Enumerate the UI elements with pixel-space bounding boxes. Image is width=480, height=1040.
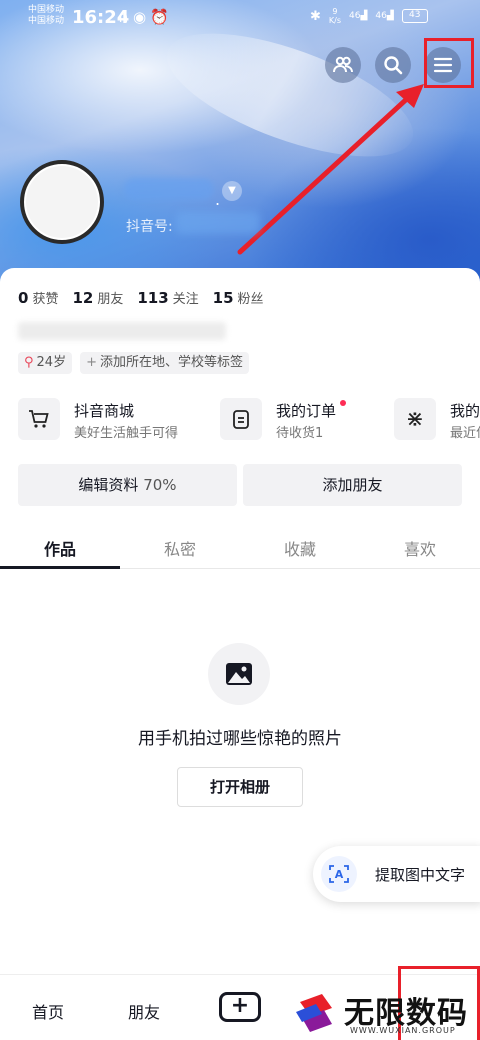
stat-friends[interactable]: 12 朋友 xyxy=(72,288,123,307)
content-tabs: 作品 私密 收藏 喜欢 xyxy=(0,524,480,569)
status-bar: 中国移动 中国移动 16:24 ∩◉⏰ ✱ 9 K/s 46▟ 46▟ 43 xyxy=(0,0,480,36)
nav-friends[interactable]: 朋友 xyxy=(128,999,160,1023)
search-icon xyxy=(384,56,403,75)
sparkle-icon: ⋇ xyxy=(394,398,436,440)
add-tags-button[interactable]: + 添加所在地、学校等标签 xyxy=(80,352,249,374)
shortcut-row: 抖音商城 美好生活触手可得 我的订单 待收货1 ⋇ 我的 最近位 xyxy=(18,398,480,444)
speed-value: 9 xyxy=(332,7,338,16)
create-plus-button[interactable]: + xyxy=(219,992,261,1022)
stat-followers[interactable]: 15 粉丝 xyxy=(213,288,264,307)
watermark-subtitle: WWW.WUXIAN.GROUP xyxy=(350,1026,456,1035)
tab-private[interactable]: 私密 xyxy=(120,536,240,560)
speed-unit: K/s xyxy=(328,16,342,25)
carrier-labels: 中国移动 中国移动 xyxy=(28,5,64,27)
svg-text:A: A xyxy=(335,868,344,881)
account-switch-chevron-icon[interactable]: ▼ xyxy=(222,181,242,201)
profile-stats: 0 获赞 12 朋友 113 关注 15 粉丝 xyxy=(18,288,264,307)
tab-favorites[interactable]: 收藏 xyxy=(240,536,360,560)
cart-icon xyxy=(18,398,60,440)
gender-icon: ⚲ xyxy=(24,355,34,370)
carrier-1: 中国移动 xyxy=(28,5,65,15)
extract-text-label: 提取图中文字 xyxy=(375,866,466,884)
bio-blurred xyxy=(18,322,226,340)
stat-likes[interactable]: 0 获赞 xyxy=(18,288,58,307)
signal-1: 46▟ xyxy=(349,11,368,21)
empty-state-message: 用手机拍过哪些惊艳的照片 xyxy=(138,729,342,749)
tab-likes[interactable]: 喜欢 xyxy=(360,536,480,560)
profile-header-background xyxy=(0,0,480,300)
shortcut-mall-subtitle: 美好生活触手可得 xyxy=(74,426,179,441)
douyin-id-label: 抖音号: xyxy=(126,219,173,235)
menu-highlight-box xyxy=(424,38,474,88)
username-blurred xyxy=(124,178,214,200)
add-friend-button[interactable]: 添加朋友 xyxy=(243,464,462,506)
active-tab-indicator xyxy=(0,566,120,569)
tab-works[interactable]: 作品 xyxy=(0,536,120,560)
orders-notification-dot xyxy=(340,400,346,406)
stat-following[interactable]: 113 关注 xyxy=(137,288,198,307)
status-left-icons: ∩◉⏰ xyxy=(118,8,173,26)
bluetooth-icon: ✱ xyxy=(310,8,321,24)
status-right-icons: ✱ 9 K/s 46▟ 46▟ 43 xyxy=(310,7,428,25)
network-speed: 9 K/s xyxy=(329,7,341,25)
avatar[interactable] xyxy=(20,160,104,244)
profile-tags: ⚲ 24岁 + 添加所在地、学校等标签 xyxy=(18,352,249,374)
open-album-button[interactable]: 打开相册 xyxy=(177,767,303,807)
edit-profile-label: 编辑资料 xyxy=(78,476,139,494)
shortcut-mall-title: 抖音商城 xyxy=(74,402,135,420)
text-scan-icon: A xyxy=(321,856,357,892)
name-dot: . xyxy=(215,190,221,209)
friends-button[interactable] xyxy=(325,47,361,83)
signal-2: 46▟ xyxy=(375,11,394,21)
watermark-logo xyxy=(294,990,338,1034)
shortcut-more-title: 我的 xyxy=(450,402,480,420)
edit-profile-button[interactable]: 编辑资料 70% xyxy=(18,464,237,506)
plus-icon: + xyxy=(86,355,97,370)
order-list-icon xyxy=(220,398,262,440)
shortcut-orders[interactable]: 我的订单 待收货1 xyxy=(220,398,380,444)
douyin-id-blurred xyxy=(176,212,260,234)
shortcut-orders-subtitle: 待收货1 xyxy=(276,426,324,441)
carrier-2: 中国移动 xyxy=(28,16,65,26)
shortcut-mall[interactable]: 抖音商城 美好生活触手可得 xyxy=(18,398,208,444)
photo-icon xyxy=(208,643,270,705)
extract-text-button[interactable]: A 提取图中文字 xyxy=(313,846,480,902)
edit-profile-percent: 70% xyxy=(143,476,177,494)
age-tag[interactable]: ⚲ 24岁 xyxy=(18,352,73,374)
battery-icon: 43 xyxy=(401,9,428,23)
shortcut-more[interactable]: ⋇ 我的 最近位 xyxy=(394,398,480,444)
nav-home[interactable]: 首页 xyxy=(32,999,64,1023)
shortcut-more-subtitle: 最近位 xyxy=(450,426,480,441)
watermark: 无限数码 WWW.WUXIAN.GROUP xyxy=(290,984,480,1040)
search-button[interactable] xyxy=(375,47,411,83)
shortcut-orders-title: 我的订单 xyxy=(276,402,337,420)
friends-icon xyxy=(333,56,353,73)
